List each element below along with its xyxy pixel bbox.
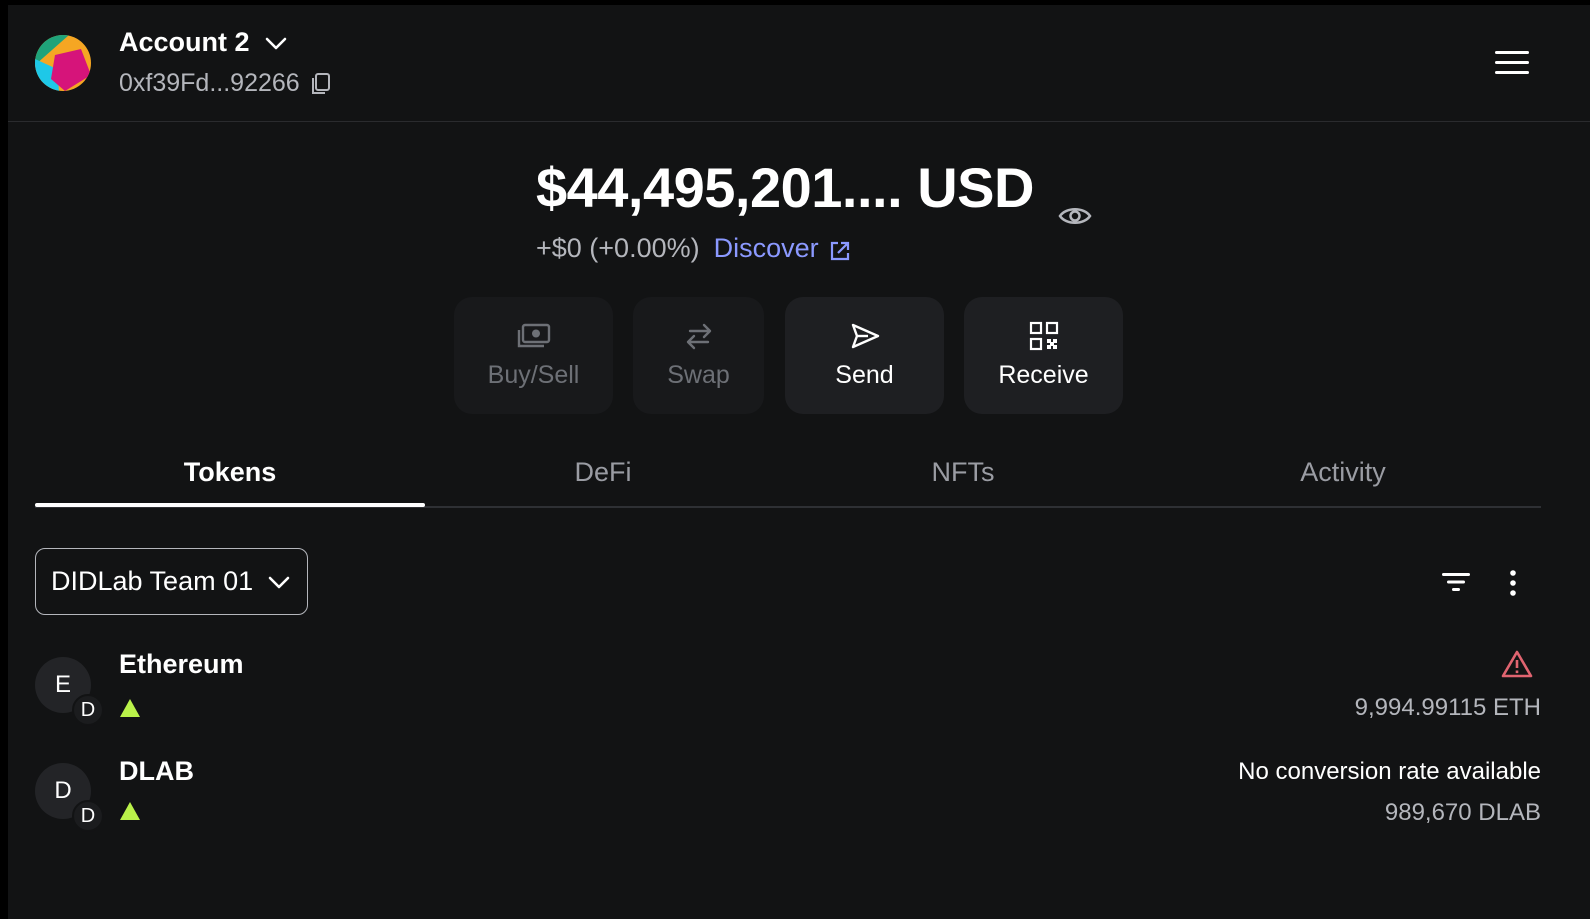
swap-button[interactable]: Swap (633, 297, 764, 414)
wallet-window: Account 2 0xf39Fd...92266 $44,495,201...… (8, 5, 1590, 919)
token-balance: 9,994.99115 ETH (1354, 694, 1541, 721)
receive-label: Receive (998, 361, 1089, 389)
chevron-down-icon (267, 570, 291, 594)
receive-button[interactable]: Receive (964, 297, 1123, 414)
buy-sell-label: Buy/Sell (487, 361, 580, 389)
token-row-ethereum[interactable]: E D Ethereum 9,994.99115 ETH (35, 649, 1541, 753)
token-name: Ethereum (119, 649, 244, 679)
buy-sell-button[interactable]: Buy/Sell (454, 297, 613, 414)
account-avatar[interactable] (35, 35, 91, 91)
send-label: Send (835, 361, 894, 389)
hamburger-menu-icon[interactable] (1495, 49, 1529, 77)
total-balance: $44,495,201.... USD (536, 155, 1092, 224)
token-fiat-value: No conversion rate available (1238, 758, 1541, 785)
tab-nfts[interactable]: NFTs (781, 440, 1145, 504)
network-name: DIDLab Team 01 (51, 566, 254, 596)
external-link-icon (829, 238, 851, 260)
qr-code-icon (1027, 321, 1061, 351)
token-balance: 989,670 DLAB (1384, 799, 1541, 826)
send-button[interactable]: Send (785, 297, 944, 414)
price-up-icon (119, 801, 141, 821)
price-up-icon (119, 698, 141, 718)
filter-icon[interactable] (1442, 571, 1470, 593)
discover-label: Discover (713, 233, 819, 263)
balance-change: +$0 (+0.00%) (536, 233, 700, 263)
token-name: DLAB (119, 756, 194, 786)
more-options-icon[interactable] (1504, 569, 1522, 597)
address-text: 0xf39Fd...92266 (119, 69, 300, 97)
asset-tabs: Tokens DeFi NFTs Activity (35, 440, 1541, 508)
network-badge: D (72, 694, 104, 726)
eye-icon[interactable] (1058, 176, 1092, 224)
account-address[interactable]: 0xf39Fd...92266 (119, 69, 332, 98)
balance-change-row: +$0 (+0.00%) Discover (536, 233, 851, 264)
copy-icon[interactable] (310, 72, 332, 96)
cash-icon (517, 321, 551, 351)
account-name: Account 2 (119, 27, 250, 57)
account-selector[interactable]: Account 2 (119, 27, 288, 58)
network-selector[interactable]: DIDLab Team 01 (35, 548, 308, 615)
send-icon (848, 321, 882, 351)
balance-amount: $44,495,201.... USD (536, 156, 1034, 219)
tab-activity[interactable]: Activity (1145, 440, 1541, 504)
tab-defi[interactable]: DeFi (425, 440, 781, 504)
discover-link[interactable]: Discover (714, 233, 851, 264)
network-badge: D (72, 800, 104, 832)
tab-tokens[interactable]: Tokens (35, 440, 425, 507)
account-header: Account 2 0xf39Fd...92266 (8, 5, 1590, 122)
swap-label: Swap (667, 361, 730, 389)
token-row-dlab[interactable]: D D DLAB No conversion rate available 98… (35, 756, 1541, 859)
chevron-down-icon (264, 31, 288, 55)
swap-arrows-icon (682, 321, 716, 351)
warning-icon[interactable] (1501, 650, 1533, 678)
